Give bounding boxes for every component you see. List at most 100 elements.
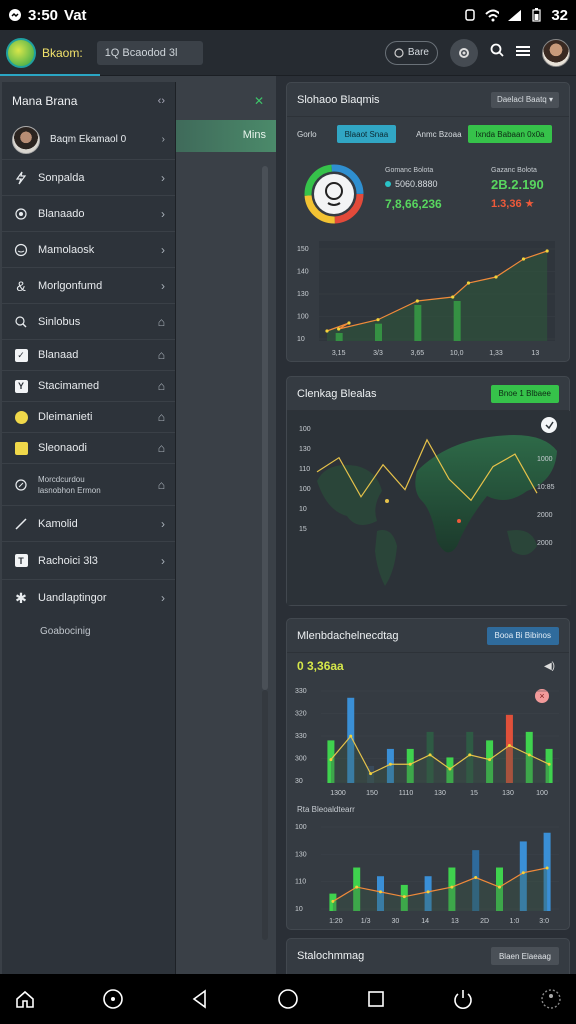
app-name: Bkaom:: [42, 45, 83, 60]
drawer-item-uandlaptingor[interactable]: ✱ Uandlaptingor ›: [2, 580, 175, 616]
y-tick-label: 300: [295, 756, 307, 763]
drawer-item-blanaado[interactable]: Blanaado ›: [2, 196, 175, 232]
chevron-right-icon: ›: [161, 591, 165, 605]
wifi-icon: [485, 8, 500, 22]
drawer-item-morlgonfumd[interactable]: & Morlgonfumd ›: [2, 268, 175, 304]
home-circle-icon[interactable]: [275, 986, 301, 1012]
user-circle-icon: [394, 47, 404, 58]
settings-button[interactable]: [450, 38, 478, 67]
map-info-button[interactable]: [541, 417, 557, 433]
x-tick-label: 13: [451, 918, 459, 925]
tab-label[interactable]: Gorlo: [297, 130, 317, 139]
data-point: [466, 281, 471, 285]
menu-icon[interactable]: [516, 44, 530, 62]
card-title: Mlenbdachelnecdtag: [297, 629, 399, 642]
scrollbar-track: [262, 690, 268, 940]
chat-icon: [12, 241, 30, 259]
accessibility-icon[interactable]: [538, 986, 564, 1012]
x-tick-label: 1:0: [510, 918, 520, 925]
clock-icon[interactable]: [100, 986, 126, 1012]
drawer-title: Mana Brana: [12, 94, 78, 108]
drawer-item-dleimanieti[interactable]: Dleimanieti ⌂: [2, 402, 175, 433]
map-action-button[interactable]: Bnoe 1 Blbaee: [490, 384, 559, 403]
data-point: [521, 871, 525, 875]
data-point: [379, 890, 382, 894]
analytics-bar-chart: 330 320 330 300 30 1300 150 1110 130 15 130 100: [295, 688, 559, 797]
app-logo[interactable]: [6, 37, 36, 68]
teal-dot-icon: [385, 181, 391, 187]
stat-a-label: Gomanc Bolota: [385, 167, 434, 174]
power-icon[interactable]: [450, 986, 476, 1012]
signal-icon: [507, 8, 522, 22]
world-map-card: Clenkag Blealas Bnoe 1 Blbaee 100 130 110 1…: [286, 376, 571, 606]
chevron-right-icon: ›: [161, 134, 165, 145]
x-tick-label: 3/3: [373, 350, 383, 357]
stat-a-row: 5060.8880: [385, 179, 438, 189]
y-tick-label: 140: [297, 269, 309, 276]
y-square-icon: Y: [12, 377, 30, 395]
drawer-item-mamolaosk[interactable]: Mamolaosk ›: [2, 232, 175, 268]
back-icon[interactable]: [187, 986, 213, 1012]
status-time: 3:50: [28, 6, 59, 24]
card-title: Clenkag Blealas: [297, 387, 377, 400]
drawer-item-label: Morcdcurdou: [38, 474, 85, 484]
drawer-item-blanaad[interactable]: ✓ Blanaad ⌂: [2, 340, 175, 371]
lock-icon: ⌂: [157, 379, 165, 393]
dashboard-column: Slohaoo Blaqmis Daelacl Baatq ▾ Gorlo Bl…: [276, 76, 576, 974]
home-icon[interactable]: [12, 986, 38, 1012]
profile-pill-button[interactable]: Bare: [384, 40, 438, 65]
chart2-title: Rta Bleoaldtearr: [297, 805, 355, 814]
data-point: [376, 318, 380, 322]
y-tick-label: 110: [295, 879, 306, 886]
green-button[interactable]: Ixnda Babaan 0x0a: [467, 125, 553, 143]
x-tick-label: 150: [366, 790, 378, 797]
drawer-item-label: Kamolid: [38, 517, 78, 530]
close-icon[interactable]: ✕: [254, 94, 264, 108]
lock-icon: ⌂: [157, 314, 165, 329]
stat-b-label: Gazanc Bolota: [491, 167, 537, 174]
data-point: [355, 885, 359, 889]
drawer-item-sonpalda[interactable]: Sonpalda ›: [2, 160, 175, 196]
drawer-footer[interactable]: Goabocinig: [2, 616, 175, 647]
chevron-right-icon: ›: [161, 278, 165, 293]
search-icon[interactable]: [490, 43, 504, 62]
drawer-item-kamolid[interactable]: Kamolid ›: [2, 506, 175, 542]
lock-icon: ⌂: [157, 410, 165, 424]
x-tick-label: 30: [391, 918, 399, 925]
period-dropdown[interactable]: Daelacl Baatq ▾: [490, 91, 559, 108]
user-name: Baqm Ekamaol 0: [50, 134, 127, 145]
drawer-item-label: Sinlobus: [38, 315, 81, 328]
y-tick-label: 10: [295, 906, 303, 913]
data-point: [450, 885, 454, 889]
drawer-item-morcdcurdou[interactable]: Morcdcurdou lasnobhon Ermon ⌂: [2, 464, 175, 506]
y-tick-label-right: 2000: [537, 512, 553, 519]
y-tick-label: 30: [295, 778, 303, 785]
navigation-drawer: Mana Brana ‹› Baqm Ekamaol 0 › Sonpalda …: [2, 82, 176, 974]
mint-banner[interactable]: Mins: [176, 120, 276, 152]
x-tick-label: 3:0: [539, 918, 549, 925]
y-tick-label: 130: [297, 291, 309, 298]
drawer-item-stacimamed[interactable]: Y Stacimamed ⌂: [2, 371, 175, 402]
collapse-icon[interactable]: ‹›: [158, 95, 165, 107]
avatar[interactable]: [542, 38, 570, 67]
x-tick-label: 1/3: [361, 918, 371, 925]
sound-icon[interactable]: ◀): [544, 661, 555, 672]
search-box[interactable]: 1Q Bcaodod 3l: [96, 40, 203, 65]
donut-chart: [304, 164, 364, 224]
teal-button[interactable]: Blaaot Snaa: [336, 125, 397, 143]
recents-icon[interactable]: [363, 986, 389, 1012]
data-point: [347, 321, 351, 325]
drawer-item-sinlobus[interactable]: Sinlobus ⌂: [2, 304, 175, 340]
drawer-item-label: Mamolaosk: [38, 243, 95, 256]
gear-icon: [459, 47, 469, 58]
bottom-card-button[interactable]: Blaen Elaeaag: [490, 947, 559, 965]
drawer-user-row[interactable]: Baqm Ekamaol 0 ›: [2, 120, 175, 160]
scrollbar[interactable]: [262, 166, 268, 690]
drawer-item-rachoici[interactable]: T Rachoici 3l3 ›: [2, 542, 175, 580]
app-bar: Bkaom: 1Q Bcaodod 3l Bare: [0, 30, 576, 76]
drawer-item-sleonaodi[interactable]: Sleonaodi ⌂: [2, 433, 175, 464]
analytics-action-button[interactable]: Booa Bi Bibinos: [486, 626, 559, 645]
status-carrier: Vat: [64, 6, 87, 24]
map-marker: [385, 499, 389, 503]
x-tick-label: 100: [536, 790, 548, 797]
